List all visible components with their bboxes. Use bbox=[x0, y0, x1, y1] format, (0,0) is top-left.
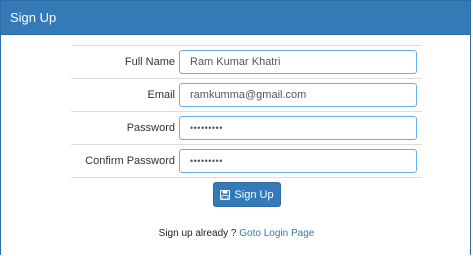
email-label: Email bbox=[147, 89, 175, 101]
password-row: Password bbox=[71, 111, 422, 144]
signup-panel: Sign Up Full Name Email Password Confirm… bbox=[0, 0, 471, 255]
confirm-password-input[interactable] bbox=[179, 149, 417, 173]
password-label: Password bbox=[126, 122, 175, 134]
panel-title: Sign Up bbox=[1, 1, 470, 35]
password-input[interactable] bbox=[179, 116, 417, 140]
full-name-label: Full Name bbox=[124, 56, 175, 68]
email-input[interactable] bbox=[179, 83, 417, 107]
email-row: Email bbox=[71, 78, 422, 111]
signup-button-label: Sign Up bbox=[234, 188, 274, 201]
full-name-input[interactable] bbox=[179, 50, 417, 74]
footer-prompt: Sign up already ? bbox=[158, 228, 240, 239]
confirm-password-label: Confirm Password bbox=[85, 155, 175, 167]
save-icon bbox=[220, 189, 231, 200]
goto-login-link[interactable]: Goto Login Page bbox=[239, 228, 314, 239]
footer: Sign up already ? Goto Login Page bbox=[1, 228, 472, 239]
full-name-row: Full Name bbox=[71, 45, 422, 78]
signup-button[interactable]: Sign Up bbox=[213, 182, 281, 207]
confirm-password-row: Confirm Password bbox=[71, 144, 422, 178]
